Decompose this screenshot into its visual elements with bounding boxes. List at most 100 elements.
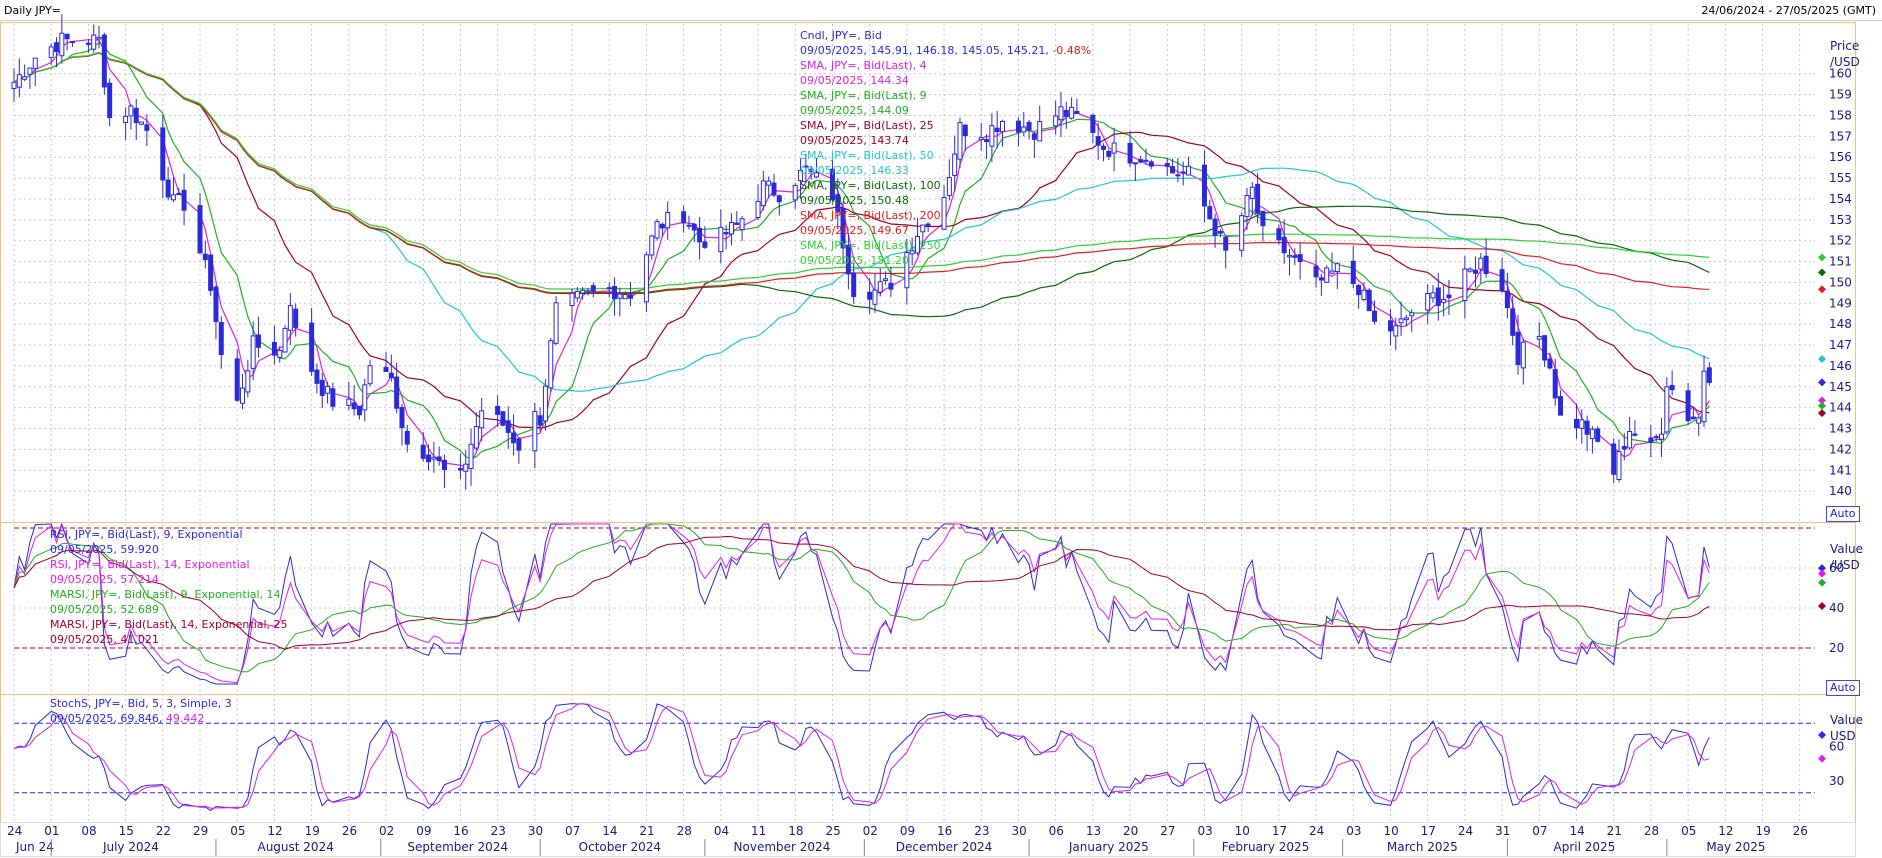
month-label: August 2024: [257, 840, 333, 854]
candle-body: [1478, 257, 1484, 270]
stoch-legend-d: 49.442: [165, 712, 205, 725]
candle-body: [851, 272, 857, 298]
candle-body: [718, 226, 724, 253]
candle-body: [1175, 174, 1181, 177]
time-tick-label: 13: [1086, 824, 1101, 838]
candle-body: [569, 292, 575, 307]
candle-body: [1446, 294, 1452, 299]
candle-body: [1653, 436, 1659, 439]
candle-body: [697, 227, 703, 243]
rsi-legend-value: 09/05/2025, 41.021: [50, 632, 288, 647]
candle-body: [441, 459, 447, 471]
stoch-axis-title: Value USD: [1830, 712, 1863, 744]
candle-body: [22, 76, 28, 80]
candle-body: [197, 205, 203, 254]
stoch-legend-label: StochS, JPY=, Bid, 5, 3, Simple, 3: [50, 697, 232, 710]
candle-body: [681, 211, 687, 224]
candle-body: [48, 46, 54, 59]
price-legend-label: SMA, JPY=, Bid(Last), 25: [800, 119, 934, 132]
candle-body: [1467, 268, 1473, 272]
candle-body: [1223, 236, 1229, 251]
candle-body: [553, 302, 559, 344]
time-tick-label: 21: [639, 824, 654, 838]
candle-body: [1398, 318, 1404, 324]
candle-body: [202, 253, 208, 261]
time-tick-label: 23: [974, 824, 989, 838]
candle-body: [739, 218, 745, 231]
candle-body: [1297, 254, 1303, 263]
candle-body: [255, 334, 261, 348]
rsi-legend-label: RSI, JPY=, Bid(Last), 14, Exponential: [50, 558, 250, 571]
time-tick-label: 28: [677, 824, 692, 838]
candle-body: [888, 282, 894, 290]
candle-body: [1510, 308, 1516, 336]
rsi-legend-value-text: 09/05/2025, 52.689: [50, 603, 159, 616]
candle-body: [649, 235, 655, 256]
price-legend-value-text: 09/05/2025, 150.48: [800, 194, 909, 207]
candle-body: [723, 232, 729, 235]
rsi-legend-value: 09/05/2025, 57.214: [50, 572, 288, 587]
candle-body: [1244, 194, 1250, 218]
candle-body: [319, 379, 325, 396]
candle-body: [436, 456, 442, 462]
time-tick-label: 24: [7, 824, 22, 838]
price-tick-label: 151: [1829, 255, 1852, 269]
price-legend-value: 09/05/2025, 149.67: [800, 223, 1091, 238]
candle-body: [1324, 267, 1330, 283]
candle-body: [792, 184, 798, 201]
month-label: December 2024: [896, 840, 993, 854]
candle-body: [277, 349, 283, 358]
candle-body: [1669, 384, 1675, 391]
candle-body: [240, 387, 246, 404]
time-tick-label: 20: [1123, 824, 1138, 838]
candle-body: [1520, 341, 1526, 369]
candle-body: [1701, 370, 1707, 423]
candle-body: [1472, 269, 1478, 274]
price-legend-label: SMA, JPY=, Bid(Last), 100: [800, 179, 941, 192]
price-legend: Cndl, JPY=, Bid 09/05/2025, 145.91, 146.1…: [800, 28, 1091, 268]
candle-body: [1276, 228, 1282, 241]
candle-body: [617, 293, 623, 299]
candle-body: [1659, 433, 1665, 440]
candle-body: [1180, 171, 1186, 174]
price-auto-button[interactable]: Auto: [1826, 506, 1860, 522]
candle-body: [1138, 159, 1144, 163]
candle-body: [532, 410, 538, 452]
candle-body: [1350, 260, 1356, 285]
rsi-auto-button[interactable]: Auto: [1826, 680, 1860, 696]
time-tick-label: 19: [305, 824, 320, 838]
candle-body: [1281, 236, 1287, 254]
candle-body: [325, 385, 331, 394]
candle-body: [548, 340, 554, 389]
candle-body: [728, 222, 734, 235]
candle-body: [356, 405, 362, 416]
candle-body: [516, 438, 522, 451]
month-label: July 2024: [102, 840, 159, 854]
price-legend-label: Cndl, JPY=, Bid: [800, 29, 882, 42]
candle-body: [96, 36, 102, 40]
candle-body: [1217, 230, 1223, 234]
price-tick-label: 143: [1829, 422, 1852, 436]
time-tick-label: 14: [602, 824, 617, 838]
price-tick-label: 148: [1829, 317, 1852, 331]
candle-body: [1313, 265, 1319, 278]
rsi-legend-value: 09/05/2025, 52.689: [50, 602, 288, 617]
candle-body: [755, 200, 761, 218]
candle-body: [388, 372, 394, 379]
candle-body: [1430, 292, 1436, 299]
candle-body: [1542, 335, 1548, 361]
candle-body: [1106, 150, 1112, 157]
candle-body: [351, 402, 357, 410]
candle-body: [160, 127, 166, 181]
price-legend-value: 09/05/2025, 143.74: [800, 133, 1091, 148]
candle-body: [766, 180, 772, 186]
candle-body: [309, 322, 315, 372]
candle-body: [590, 285, 596, 292]
time-tick-label: 31: [1495, 824, 1510, 838]
stoch-legend: StochS, JPY=, Bid, 5, 3, Simple, 3 09/05…: [50, 696, 232, 726]
time-tick-label: 03: [1346, 824, 1361, 838]
candle-body: [314, 369, 320, 384]
price-legend-label: SMA, JPY=, Bid(Last), 250: [800, 239, 941, 252]
candle-body: [1664, 386, 1670, 433]
candle-body: [367, 365, 373, 385]
